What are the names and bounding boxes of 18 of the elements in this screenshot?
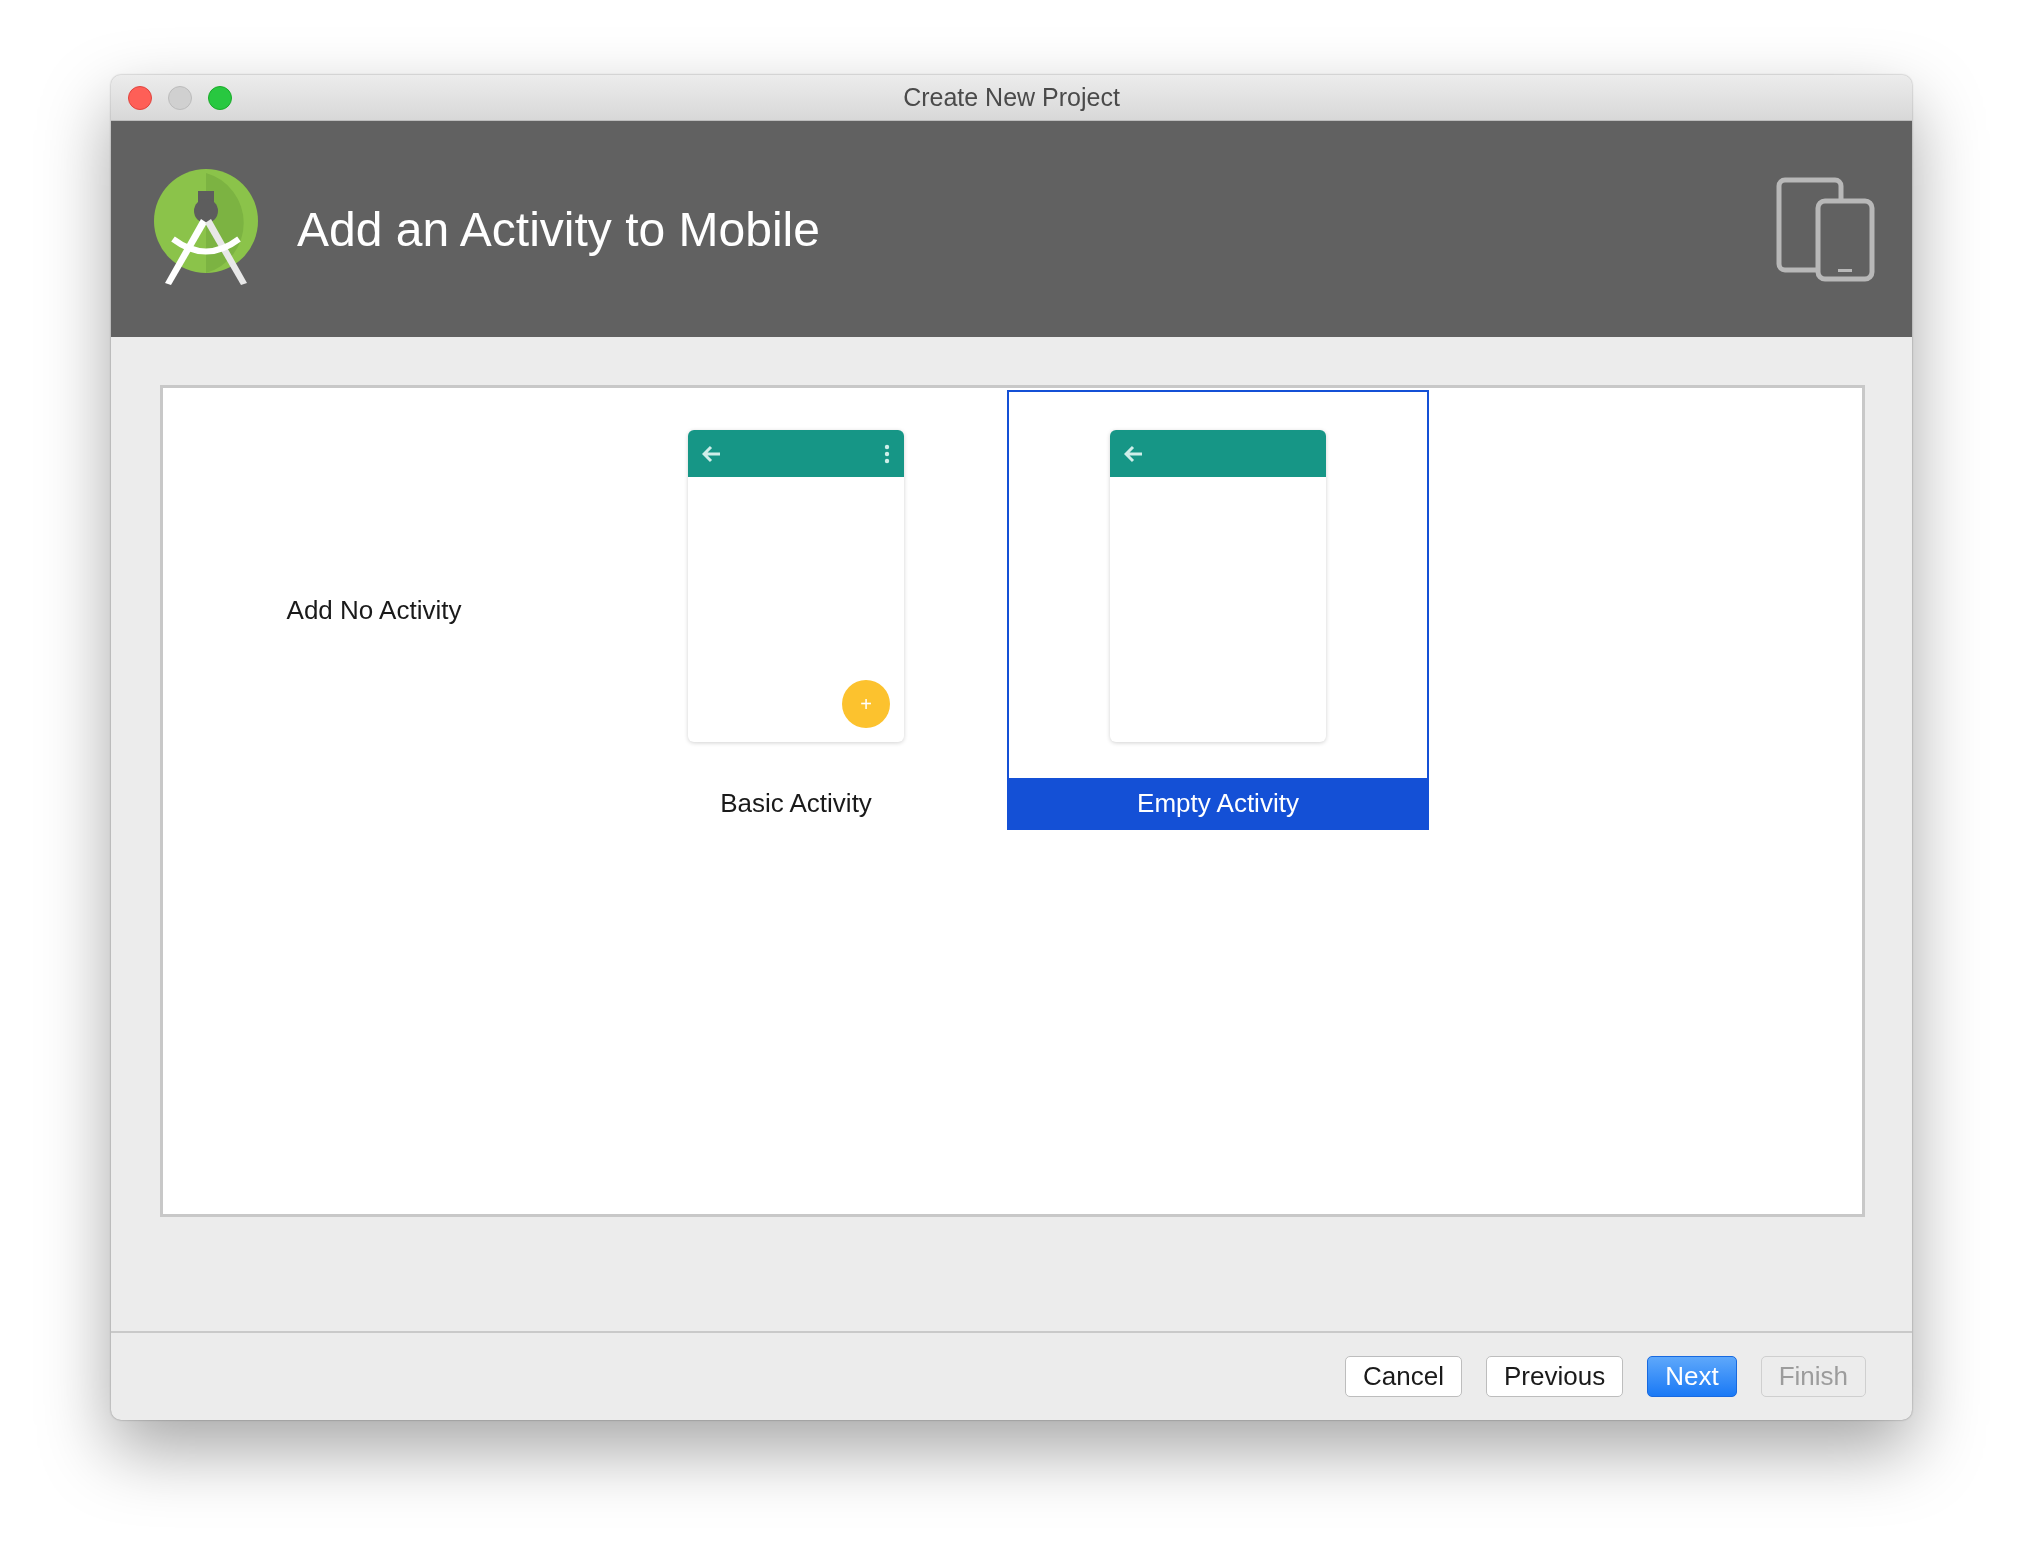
template-tile[interactable]: Empty Activity (1007, 390, 1429, 830)
template-tile[interactable]: Add No Activity (163, 390, 585, 830)
devices-icon (1776, 176, 1876, 282)
page-title: Add an Activity to Mobile (297, 201, 821, 257)
dialog-button[interactable]: Cancel (1345, 1356, 1462, 1397)
back-arrow-icon (702, 444, 722, 463)
window-title: Create New Project (903, 83, 1120, 111)
template-label: Empty Activity (1009, 778, 1427, 828)
minimize-button[interactable] (168, 85, 192, 110)
more-icon (884, 443, 890, 464)
dialog-button[interactable]: Previous (1486, 1356, 1624, 1397)
template-tile[interactable]: + Basic Activity (585, 390, 1007, 830)
back-arrow-icon (1124, 444, 1144, 463)
template-label: Add No Activity (285, 593, 463, 627)
fab-button: + (842, 680, 890, 728)
zoom-button[interactable] (208, 85, 232, 110)
close-button[interactable] (128, 85, 152, 110)
template-label: Basic Activity (719, 786, 873, 820)
